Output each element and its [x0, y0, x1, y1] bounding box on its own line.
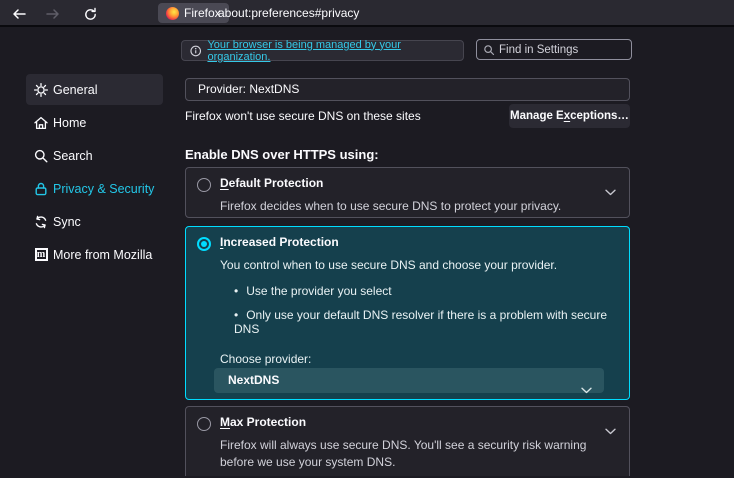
lock-icon: [33, 181, 49, 197]
search-field-icon: [483, 44, 495, 56]
back-icon[interactable]: [10, 5, 28, 23]
manage-exceptions-text-post: ceptions…: [570, 110, 629, 122]
sidebar-item-search[interactable]: Search: [26, 140, 163, 171]
sidebar-label-search: Search: [53, 149, 93, 163]
settings-search-input[interactable]: [499, 40, 629, 59]
choose-provider-label: Choose provider:: [220, 352, 311, 366]
increased-label-rest: ncreased Protection: [223, 235, 338, 249]
manage-exceptions-button[interactable]: Manage Exceptions…: [509, 104, 630, 128]
default-protection-desc: Firefox decides when to use secure DNS t…: [220, 198, 561, 215]
default-accesskey: D: [220, 176, 229, 190]
sidebar-item-privacy-security[interactable]: Privacy & Security: [26, 173, 163, 204]
sidebar-label-more-from-mozilla: More from Mozilla: [53, 248, 152, 262]
sidebar-item-general[interactable]: General: [26, 74, 163, 105]
managed-by-org-link[interactable]: Your browser is being managed by your or…: [207, 39, 455, 63]
settings-page: General Home Search Privacy & Security: [0, 27, 734, 476]
search-icon: [33, 148, 49, 164]
mozilla-icon: [33, 247, 49, 263]
managed-notification: Your browser is being managed by your or…: [181, 40, 464, 61]
max-label-rest: ax Protection: [230, 415, 306, 429]
manage-exceptions-text-pre: Manage E: [510, 110, 564, 122]
increased-protection-radio[interactable]: [197, 237, 211, 251]
increased-protection-label[interactable]: Increased Protection: [220, 235, 339, 249]
sidebar-item-home[interactable]: Home: [26, 107, 163, 138]
sidebar-item-sync[interactable]: Sync: [26, 206, 163, 237]
max-protection-radio[interactable]: [197, 417, 211, 431]
doh-option-max[interactable]: Max Protection Firefox will always use s…: [185, 406, 630, 476]
sidebar-label-sync: Sync: [53, 215, 81, 229]
home-icon: [33, 115, 49, 131]
sync-icon: [33, 214, 49, 230]
provider-status-text: Provider: NextDNS: [198, 82, 299, 96]
default-chevron-down-icon[interactable]: [605, 183, 616, 201]
identity-label: Firefox: [184, 6, 221, 20]
provider-dropdown-value: NextDNS: [228, 373, 279, 387]
doh-option-default[interactable]: Default Protection Firefox decides when …: [185, 167, 630, 218]
max-accesskey: M: [220, 415, 230, 429]
provider-status-box: Provider: NextDNS: [185, 78, 630, 101]
browser-toolbar: Firefox about:preferences#privacy: [0, 0, 734, 27]
increased-bullet-2: Only use your default DNS resolver if th…: [234, 308, 629, 336]
doh-heading: Enable DNS over HTTPS using:: [185, 147, 379, 162]
exceptions-label: Firefox won't use secure DNS on these si…: [185, 109, 421, 123]
firefox-window: Firefox about:preferences#privacy Genera…: [0, 0, 734, 478]
sidebar-label-home: Home: [53, 116, 86, 130]
sidebar-label-privacy-security: Privacy & Security: [53, 182, 154, 196]
default-protection-radio[interactable]: [197, 178, 211, 192]
doh-option-increased[interactable]: Increased Protection You control when to…: [185, 226, 630, 400]
provider-dropdown[interactable]: NextDNS: [214, 368, 604, 393]
default-label-rest: efault Protection: [229, 176, 324, 190]
provider-dropdown-chevron-icon: [581, 378, 592, 403]
default-protection-label[interactable]: Default Protection: [220, 176, 323, 190]
sidebar-item-more-from-mozilla[interactable]: More from Mozilla: [26, 239, 163, 270]
settings-sidebar: General Home Search Privacy & Security: [26, 74, 163, 272]
max-protection-desc: Firefox will always use secure DNS. You'…: [220, 437, 608, 471]
reload-icon[interactable]: [81, 5, 99, 23]
forward-icon[interactable]: [44, 5, 62, 23]
max-protection-label[interactable]: Max Protection: [220, 415, 306, 429]
settings-search: [476, 39, 632, 60]
firefox-logo-icon: [166, 7, 179, 20]
increased-protection-desc: You control when to use secure DNS and c…: [220, 257, 557, 274]
increased-bullet-1: Use the provider you select: [234, 284, 392, 298]
gear-icon: [33, 82, 49, 98]
sidebar-label-general: General: [53, 83, 97, 97]
url-bar[interactable]: about:preferences#privacy: [218, 6, 359, 20]
info-icon: [190, 45, 201, 57]
